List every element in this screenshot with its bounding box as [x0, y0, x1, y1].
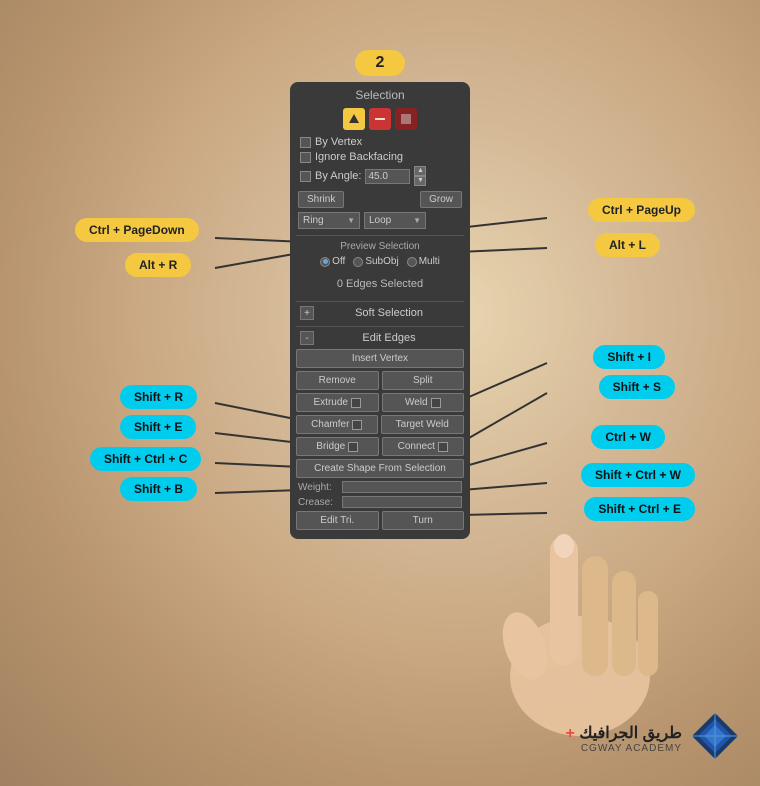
target-weld-button[interactable]: Target Weld: [381, 415, 465, 434]
vertex-icon[interactable]: [343, 108, 365, 130]
soft-selection-row: + Soft Selection: [296, 301, 464, 324]
ignore-backfacing-checkbox[interactable]: [300, 152, 311, 163]
edges-selected-text: 0 Edges Selected: [296, 272, 464, 296]
chamfer-button[interactable]: Chamfer: [296, 415, 378, 434]
by-vertex-row: By Vertex: [296, 136, 464, 148]
alt-r-shortcut: Alt + R: [125, 253, 191, 277]
by-angle-row: By Angle: ▲ ▼: [296, 166, 464, 186]
shrink-grow-row: Shrink Grow: [296, 191, 464, 208]
logo: + طريق الجرافيك CGWAY ACADEMY: [566, 711, 740, 766]
soft-selection-toggle[interactable]: +: [300, 306, 314, 320]
ignore-backfacing-row: Ignore Backfacing: [296, 151, 464, 163]
bridge-connect-row: Bridge Connect: [296, 437, 464, 456]
preview-label: Preview Selection: [296, 241, 464, 252]
by-angle-checkbox[interactable]: [300, 171, 311, 182]
polygon-icon[interactable]: [395, 108, 417, 130]
ring-dropdown-arrow: ▼: [347, 216, 355, 225]
logo-text-area: + طريق الجرافيك CGWAY ACADEMY: [566, 723, 682, 754]
shift-ctrl-c-shortcut: Shift + Ctrl + C: [90, 447, 201, 471]
remove-button[interactable]: Remove: [296, 371, 379, 390]
shift-ctrl-e-shortcut: Shift + Ctrl + E: [584, 497, 695, 521]
bridge-settings-icon[interactable]: [348, 442, 358, 452]
ctrl-pageup-shortcut: Ctrl + PageUp: [588, 198, 695, 222]
radio-multi[interactable]: Multi: [407, 256, 440, 267]
extrude-settings-icon[interactable]: [351, 398, 361, 408]
edit-edges-toggle[interactable]: -: [300, 331, 314, 345]
connect-settings-icon[interactable]: [438, 442, 448, 452]
connect-button[interactable]: Connect: [382, 437, 465, 456]
ignore-backfacing-label: Ignore Backfacing: [315, 151, 403, 163]
chamfer-targetweld-row: Chamfer Target Weld: [296, 415, 464, 434]
create-shape-button[interactable]: Create Shape From Selection: [296, 459, 464, 478]
edittri-turn-row: Edit Tri. Turn: [296, 511, 464, 530]
panel-header: Selection: [296, 88, 464, 102]
radio-off-dot: [320, 257, 330, 267]
step-badge: 2: [355, 50, 405, 76]
radio-subobj-dot: [353, 257, 363, 267]
radio-off[interactable]: Off: [320, 256, 345, 267]
ring-loop-row: Ring ▼ Loop ▼: [296, 212, 464, 229]
chamfer-settings-icon[interactable]: [352, 420, 362, 430]
panel-body: Selection By Vertex Ignore Backfacing: [290, 82, 470, 539]
logo-plus: +: [566, 725, 575, 742]
logo-arabic-text: + طريق الجرافيك: [566, 723, 682, 743]
crease-bar[interactable]: [342, 496, 462, 508]
extrude-weld-row: Extrude Weld: [296, 393, 464, 412]
weld-settings-icon[interactable]: [431, 398, 441, 408]
shift-i-shortcut: Shift + I: [593, 345, 665, 369]
soft-selection-title: Soft Selection: [318, 307, 460, 319]
extrude-button[interactable]: Extrude: [296, 393, 379, 412]
weld-button[interactable]: Weld: [382, 393, 465, 412]
angle-input[interactable]: [365, 169, 410, 184]
ctrl-w-shortcut: Ctrl + W: [591, 425, 665, 449]
bridge-button[interactable]: Bridge: [296, 437, 379, 456]
edit-edges-row: - Edit Edges: [296, 326, 464, 349]
shift-e-shortcut: Shift + E: [120, 415, 196, 439]
shrink-button[interactable]: Shrink: [298, 191, 344, 208]
split-button[interactable]: Split: [382, 371, 465, 390]
insert-vertex-button[interactable]: Insert Vertex: [296, 349, 464, 368]
loop-dropdown-arrow: ▼: [413, 216, 421, 225]
preview-section: Preview Selection Off SubObj Multi 0 Edg…: [296, 235, 464, 296]
turn-button[interactable]: Turn: [382, 511, 465, 530]
edit-tri-button[interactable]: Edit Tri.: [296, 511, 379, 530]
shift-r-shortcut: Shift + R: [120, 385, 197, 409]
icon-row: [296, 108, 464, 130]
by-angle-label: By Angle:: [315, 170, 361, 182]
remove-split-row: Remove Split: [296, 371, 464, 390]
weight-row: Weight:: [296, 481, 464, 493]
ring-dropdown[interactable]: Ring ▼: [298, 212, 360, 229]
radio-row: Off SubObj Multi: [296, 256, 464, 267]
shift-b-shortcut: Shift + B: [120, 477, 197, 501]
edge-icon[interactable]: [369, 108, 391, 130]
radio-multi-dot: [407, 257, 417, 267]
angle-spinner[interactable]: ▲ ▼: [414, 166, 426, 186]
edit-edges-title: Edit Edges: [318, 332, 460, 344]
main-panel: 2 Selection By Vertex Ignore Backfacing: [290, 50, 470, 539]
crease-row: Crease:: [296, 496, 464, 508]
by-vertex-label: By Vertex: [315, 136, 362, 148]
shift-s-shortcut: Shift + S: [599, 375, 675, 399]
weight-bar[interactable]: [342, 481, 462, 493]
weight-label: Weight:: [298, 482, 338, 493]
alt-l-shortcut: Alt + L: [595, 233, 660, 257]
logo-diamond-icon: [690, 711, 740, 766]
shift-ctrl-w-shortcut: Shift + Ctrl + W: [581, 463, 695, 487]
logo-english-text: CGWAY ACADEMY: [566, 743, 682, 754]
crease-label: Crease:: [298, 497, 338, 508]
ctrl-pagedown-shortcut: Ctrl + PageDown: [75, 218, 199, 242]
grow-button[interactable]: Grow: [420, 191, 462, 208]
loop-dropdown[interactable]: Loop ▼: [364, 212, 426, 229]
by-vertex-checkbox[interactable]: [300, 137, 311, 148]
radio-subobj[interactable]: SubObj: [353, 256, 398, 267]
